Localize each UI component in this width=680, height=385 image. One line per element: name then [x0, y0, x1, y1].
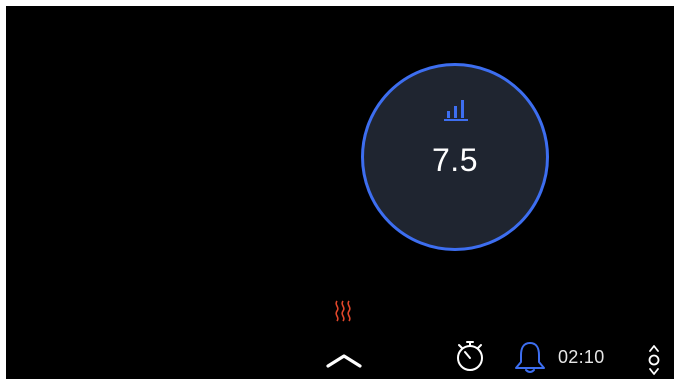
timer-value: 02:10: [558, 347, 605, 367]
stopwatch-icon[interactable]: [452, 338, 488, 374]
cooktop-display: 7.5 02:10: [6, 6, 674, 379]
power-level-value: 7.5: [432, 142, 478, 178]
heat-waves-icon: [335, 300, 351, 322]
chevron-up-icon[interactable]: [324, 350, 364, 370]
up-down-stepper-icon[interactable]: [644, 342, 664, 378]
bell-icon[interactable]: [511, 338, 549, 376]
cooking-zone-dial[interactable]: 7.5: [361, 63, 549, 251]
power-level-bars-icon: [444, 100, 468, 121]
